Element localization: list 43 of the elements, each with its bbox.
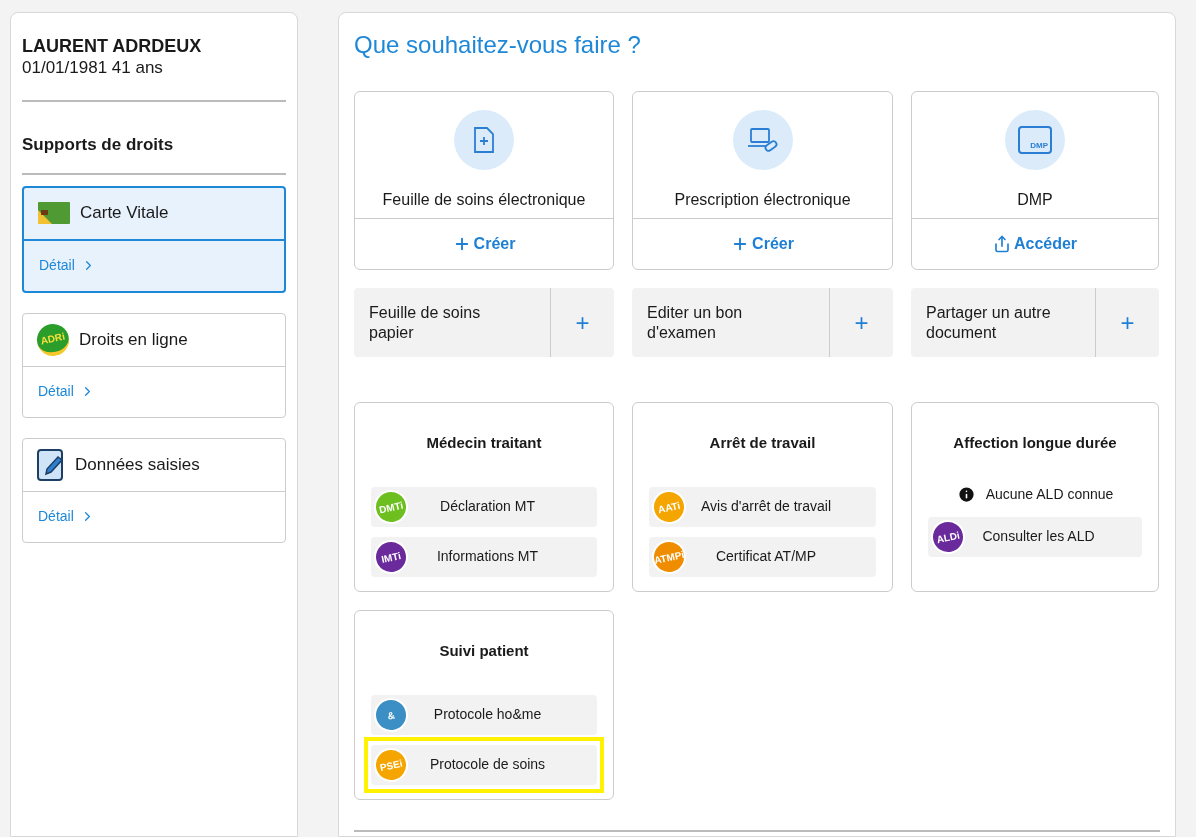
support-label: Droits en ligne: [79, 328, 188, 351]
add-button[interactable]: +: [550, 288, 614, 357]
action-button[interactable]: Créer: [355, 219, 613, 269]
page-heading: Que souhaitez-vous faire ?: [354, 31, 642, 59]
action-title: Feuille de soins électronique: [382, 190, 586, 210]
action-title: DMP: [1017, 190, 1053, 210]
card-icon: [38, 202, 70, 224]
service-button[interactable]: AATi Avis d'arrêt de travail: [649, 486, 876, 527]
patient-name: LAURENT ADRDEUX: [22, 35, 203, 57]
detail-link[interactable]: Détail: [23, 491, 285, 542]
service-button[interactable]: DMTi Déclaration MT: [371, 486, 597, 527]
section-title: Médecin traitant: [426, 433, 542, 453]
support-card[interactable]: Données saisies Détail: [22, 437, 286, 543]
service-button[interactable]: & Protocole ho&me: [371, 694, 597, 735]
service-button[interactable]: ATMPi Certificat AT/MP: [649, 536, 876, 577]
laptop-pill-icon: [746, 126, 779, 154]
action-button[interactable]: Créer: [633, 219, 892, 269]
support-label: Données saisies: [75, 453, 200, 476]
share-icon: [992, 235, 1011, 253]
info-icon: [956, 485, 976, 504]
service-button[interactable]: PSEi Protocole de soins: [371, 744, 597, 785]
support-card[interactable]: Carte Vitale Détail: [22, 185, 286, 293]
folder-icon: DMP: [1018, 126, 1052, 154]
section-title: Supports de droits: [22, 134, 175, 156]
add-button[interactable]: +: [829, 288, 893, 357]
pencil-note-icon: [37, 448, 65, 481]
secondary-label: Partager un autre document: [925, 302, 1052, 343]
secondary-label: Editer un bon d'examen: [646, 302, 744, 343]
patient-birth: 01/01/1981 41 ans: [22, 57, 164, 79]
detail-link[interactable]: Détail: [23, 366, 285, 417]
support-label: Carte Vitale: [80, 202, 169, 225]
action-title: Prescription électronique: [674, 190, 851, 210]
add-button[interactable]: +: [1095, 288, 1159, 357]
notice-text: Aucune ALD connue: [985, 485, 1114, 504]
section-title: Affection longue durée: [953, 433, 1117, 453]
section-title: Arrêt de travail: [709, 433, 816, 453]
support-card[interactable]: ADRi Droits en ligne Détail: [22, 312, 286, 418]
action-button[interactable]: Accéder: [912, 219, 1158, 269]
service-button[interactable]: ALDi Consulter les ALD: [928, 516, 1142, 557]
service-button[interactable]: IMTi Informations MT: [371, 536, 597, 577]
secondary-label: Feuille de soins papier: [368, 302, 482, 343]
section-title: Suivi patient: [439, 641, 529, 661]
document-plus-icon: [472, 126, 496, 154]
